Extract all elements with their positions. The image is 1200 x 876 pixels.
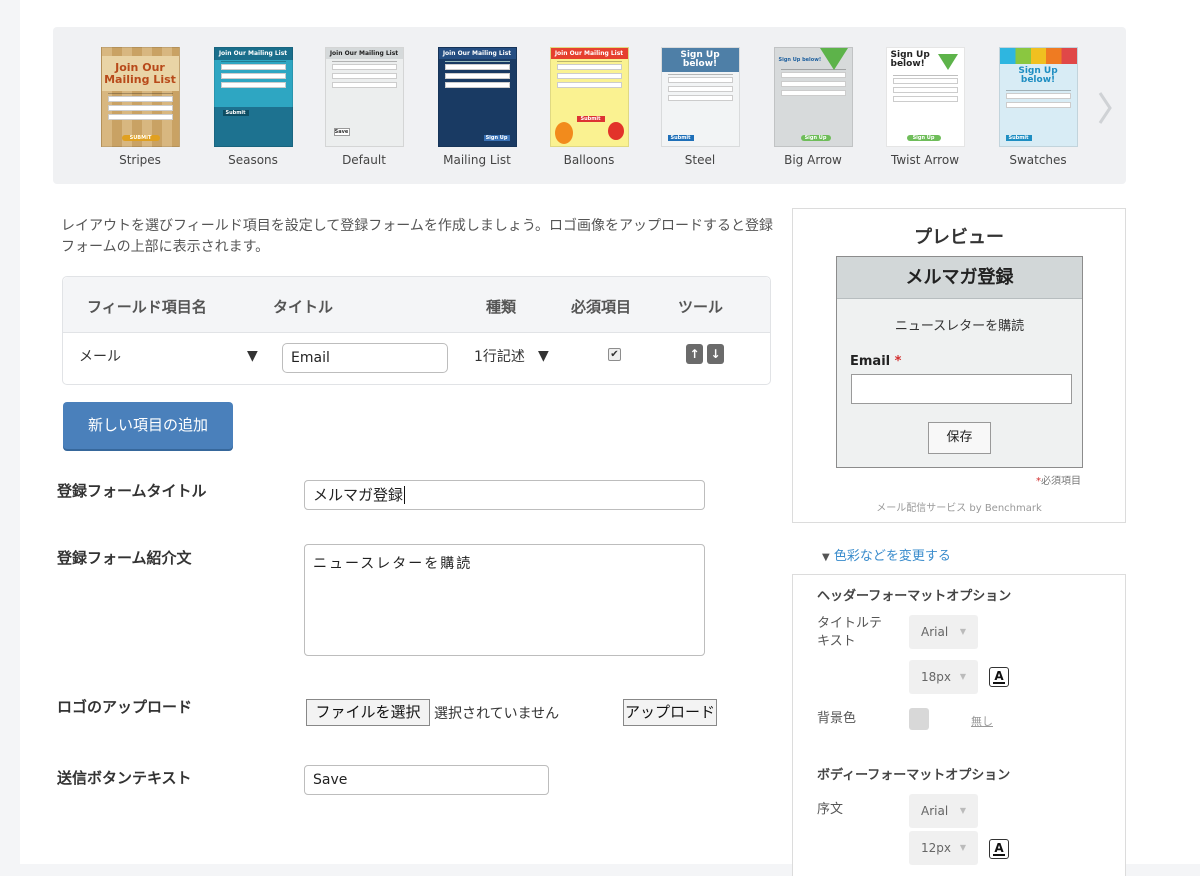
template-thumbnail: Join Our Mailing List Submit: [549, 47, 629, 147]
col-title: タイトル: [273, 298, 334, 316]
field-type-select[interactable]: 1行記述: [474, 346, 525, 366]
service-note: メール配信サービス by Benchmark: [876, 503, 1042, 514]
customize-colors-link[interactable]: ▼ 色彩などを変更する: [822, 545, 951, 564]
dropdown-caret-icon: ▼: [959, 843, 966, 852]
preview-panel: プレビュー メルマガ登録 ニュースレターを購読 Email * 保存 *必須項目…: [792, 208, 1126, 523]
template-thumbnail: Sign Up below! Sign Up: [773, 47, 853, 147]
template-name: Twist Arrow: [890, 153, 960, 167]
template-thumbnail: Sign Up below! Submit: [660, 47, 740, 147]
dropdown-caret-icon: ▼: [959, 806, 966, 815]
template-thumbnail: Sign Up below! Submit: [998, 47, 1078, 147]
template-swatches[interactable]: Sign Up below! Submit Swatches: [998, 47, 1078, 167]
template-big-arrow[interactable]: Sign Up below! Sign Up Big Arrow: [773, 47, 853, 167]
preview-email-label: Email *: [850, 354, 902, 369]
col-required: 必須項目: [571, 298, 632, 316]
submit-text-input[interactable]: Save: [304, 765, 549, 795]
intro-text: レイアウトを選びフィールド項目を設定して登録フォームを作成しましょう。ロゴ画像を…: [61, 218, 774, 255]
template-mailing-list[interactable]: Join Our Mailing List Sign Up Mailing Li…: [437, 47, 517, 167]
template-stripes[interactable]: Join Our Mailing List SUBMIT Stripes: [100, 47, 180, 167]
preview-form-description: ニュースレターを購読: [894, 319, 1025, 334]
choose-file-button[interactable]: ファイルを選択: [306, 699, 430, 726]
next-templates-button[interactable]: [1097, 90, 1113, 126]
template-seasons[interactable]: Join Our Mailing List Submit Seasons: [213, 47, 293, 167]
form-title-input[interactable]: メルマガ登録: [304, 480, 705, 510]
required-checkbox[interactable]: ✔: [608, 348, 621, 361]
body-text-color-icon[interactable]: A: [989, 839, 1009, 859]
caret-down-icon: ▼: [822, 552, 830, 563]
body-font-select[interactable]: Arial ▼: [909, 794, 978, 828]
title-text-label: タイトルテキスト: [817, 616, 883, 649]
template-default[interactable]: Join Our Mailing List Save Default: [324, 47, 404, 167]
add-field-button[interactable]: 新しい項目の追加: [63, 402, 233, 449]
body-format-title: ボディーフォーマットオプション: [817, 768, 1011, 783]
logo-upload-label: ロゴのアップロード: [57, 698, 193, 716]
field-name-dropdown-icon[interactable]: ▼: [247, 348, 258, 364]
template-thumbnail: Join Our Mailing List Save: [324, 47, 404, 147]
bg-color-swatch[interactable]: [909, 708, 929, 730]
bg-color-label: 背景色: [817, 711, 857, 726]
template-thumbnail: Join Our Mailing List SUBMIT: [100, 47, 180, 147]
title-font-select[interactable]: Arial ▼: [909, 615, 978, 649]
template-name: Seasons: [228, 153, 278, 167]
body-size-select[interactable]: 12px ▼: [909, 831, 978, 865]
form-title-value: メルマガ登録: [313, 486, 404, 504]
template-balloons[interactable]: Join Our Mailing List Submit Balloons: [549, 47, 629, 167]
template-name: Balloons: [563, 153, 615, 167]
arrow-up-icon[interactable]: ↑: [686, 344, 703, 364]
template-gallery: Join Our Mailing List SUBMIT Stripes Joi…: [53, 27, 1126, 184]
template-twist-arrow[interactable]: Sign Up below! Sign Up Twist Arrow: [885, 47, 965, 167]
template-thumbnail: Join Our Mailing List Sign Up: [437, 47, 517, 147]
dropdown-caret-icon: ▼: [959, 627, 966, 636]
template-name: Stripes: [119, 153, 161, 167]
field-type-dropdown-icon[interactable]: ▼: [538, 348, 549, 364]
template-steel[interactable]: Sign Up below! Submit Steel: [660, 47, 740, 167]
arrow-down-icon[interactable]: ↓: [707, 344, 724, 364]
template-name: Mailing List: [443, 153, 511, 167]
template-thumbnail: Sign Up below! Sign Up: [885, 47, 965, 147]
col-tools: ツール: [678, 298, 724, 316]
upload-button[interactable]: アップロード: [623, 699, 717, 726]
required-note: *必須項目: [1036, 476, 1081, 487]
intro-font-label: 序文: [817, 802, 844, 817]
preview-form-title: メルマガ登録: [837, 257, 1082, 299]
field-name-select[interactable]: メール: [79, 346, 121, 366]
left-rail: [0, 0, 20, 876]
file-status: 選択されていません: [434, 706, 560, 722]
col-type: 種類: [486, 298, 517, 316]
preview-form: メルマガ登録 ニュースレターを購読 Email * 保存: [836, 256, 1083, 468]
template-name: Swatches: [1009, 153, 1067, 167]
format-options-panel: ヘッダーフォーマットオプション タイトルテキスト Arial ▼ 18px ▼ A …: [792, 574, 1126, 876]
template-thumbnail: Join Our Mailing List Submit: [213, 47, 293, 147]
field-title-input[interactable]: Email: [282, 343, 448, 373]
template-name: Big Arrow: [784, 153, 842, 167]
dropdown-caret-icon: ▼: [959, 672, 966, 681]
preview-heading: プレビュー: [914, 227, 1004, 248]
bg-none-link[interactable]: 無し: [971, 713, 993, 729]
preview-email-input[interactable]: [851, 374, 1072, 404]
chevron-right-icon: [1098, 92, 1112, 124]
form-title-label: 登録フォームタイトル: [57, 482, 207, 500]
required-mark: *: [894, 354, 902, 369]
template-name: Steel: [684, 153, 716, 167]
form-intro-textarea[interactable]: ニュースレターを購読: [304, 544, 705, 656]
text-color-icon[interactable]: A: [989, 667, 1009, 687]
submit-text-label: 送信ボタンテキスト: [57, 769, 192, 787]
field-table-header: フィールド項目名 タイトル 種類 必須項目 ツール: [63, 277, 770, 333]
header-format-title: ヘッダーフォーマットオプション: [817, 589, 1012, 604]
preview-save-button[interactable]: 保存: [928, 422, 991, 454]
col-field-name: フィールド項目名: [87, 298, 207, 316]
template-name: Default: [342, 153, 386, 167]
title-size-select[interactable]: 18px ▼: [909, 660, 978, 694]
form-intro-label: 登録フォーム紹介文: [57, 549, 192, 567]
